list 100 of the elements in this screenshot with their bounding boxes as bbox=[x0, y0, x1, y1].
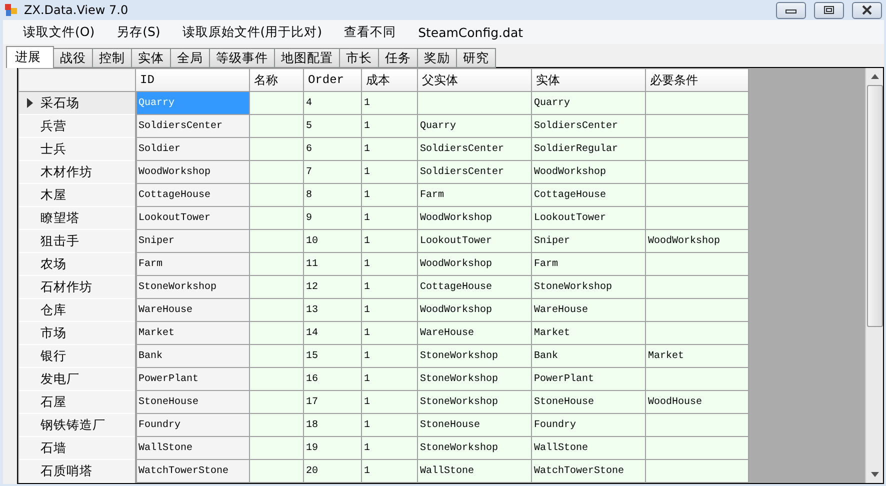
table-cell: StoneWorkshop bbox=[136, 276, 250, 298]
tab[interactable]: 战役 bbox=[53, 48, 93, 68]
row-header[interactable]: 石材作坊 bbox=[18, 276, 136, 298]
row-header[interactable]: 钢铁铸造厂 bbox=[18, 414, 136, 436]
menu-item[interactable]: 读取文件(O) bbox=[15, 24, 103, 40]
current-row-icon bbox=[26, 98, 32, 108]
row-header[interactable]: 木屋 bbox=[18, 184, 136, 206]
tab[interactable]: 任务 bbox=[378, 48, 418, 68]
row-header[interactable]: 石墙 bbox=[18, 436, 136, 460]
menu-item[interactable]: 另存(S) bbox=[108, 24, 168, 40]
table-cell: SoldiersCenter bbox=[418, 138, 532, 160]
table-cell: 17 bbox=[304, 390, 362, 414]
table-cell: 1 bbox=[362, 138, 418, 160]
tab[interactable]: 奖励 bbox=[417, 48, 457, 68]
column-header[interactable]: ID bbox=[136, 68, 250, 92]
tab[interactable]: 进展 bbox=[6, 46, 54, 68]
row-header[interactable]: 农场 bbox=[18, 252, 136, 276]
column-header[interactable]: 名称 bbox=[250, 68, 304, 92]
table-cell: 9 bbox=[304, 206, 362, 230]
menu-item[interactable]: SteamConfig.dat bbox=[410, 24, 532, 40]
tab[interactable]: 地图配置 bbox=[274, 48, 340, 68]
table-cell: WoodWorkshop bbox=[532, 160, 646, 184]
table-cell bbox=[250, 230, 304, 252]
column-header[interactable]: 成本 bbox=[362, 68, 418, 92]
table-cell: WallStone bbox=[418, 460, 532, 482]
table-cell: PowerPlant bbox=[532, 368, 646, 390]
row-header[interactable]: 市场 bbox=[18, 322, 136, 344]
table-cell: 16 bbox=[304, 368, 362, 390]
table-cell: 1 bbox=[362, 184, 418, 206]
row-header[interactable]: 仓库 bbox=[18, 298, 136, 322]
table-cell: 1 bbox=[362, 322, 418, 344]
scroll-down-icon[interactable] bbox=[870, 472, 878, 477]
window-title: ZX.Data.View 7.0 bbox=[24, 3, 130, 17]
table-cell: Bank bbox=[532, 344, 646, 368]
table-cell: Market bbox=[646, 344, 748, 368]
table-cell: WoodWorkshop bbox=[418, 298, 532, 322]
row-header[interactable]: 瞭望塔 bbox=[18, 206, 136, 230]
tab[interactable]: 市长 bbox=[339, 48, 379, 68]
table-cell: 1 bbox=[362, 230, 418, 252]
table-cell: StoneHouse bbox=[532, 390, 646, 414]
menu-item[interactable]: 读取原始文件(用于比对) bbox=[174, 24, 330, 40]
scrollbar-thumb[interactable] bbox=[866, 85, 882, 327]
table-cell: 1 bbox=[362, 160, 418, 184]
table-cell: WatchTowerStone bbox=[532, 460, 646, 482]
table-cell: 13 bbox=[304, 298, 362, 322]
table-cell: 1 bbox=[362, 368, 418, 390]
tab[interactable]: 实体 bbox=[131, 48, 171, 68]
table-cell bbox=[250, 184, 304, 206]
table-cell bbox=[250, 322, 304, 344]
table-cell: CottageHouse bbox=[532, 184, 646, 206]
table-cell: 20 bbox=[304, 460, 362, 482]
table-cell: 1 bbox=[362, 252, 418, 276]
minimize-button[interactable] bbox=[776, 2, 806, 18]
table-cell: Market bbox=[532, 322, 646, 344]
table-cell: WatchTowerStone bbox=[136, 460, 250, 482]
tab[interactable]: 等级事件 bbox=[209, 48, 275, 68]
table-cell: PowerPlant bbox=[136, 368, 250, 390]
table-cell: WallStone bbox=[532, 436, 646, 460]
table-cell: WareHouse bbox=[136, 298, 250, 322]
table-cell: Quarry bbox=[136, 92, 250, 114]
row-header[interactable]: 木材作坊 bbox=[18, 160, 136, 184]
table-cell: 19 bbox=[304, 436, 362, 460]
close-button[interactable] bbox=[852, 2, 882, 18]
table-cell: 8 bbox=[304, 184, 362, 206]
row-header[interactable]: 银行 bbox=[18, 344, 136, 368]
maximize-button[interactable] bbox=[814, 2, 844, 18]
table-cell: SoldiersCenter bbox=[418, 160, 532, 184]
table-cell bbox=[250, 276, 304, 298]
scroll-up-icon[interactable] bbox=[870, 74, 878, 79]
menu-item[interactable]: 查看不同 bbox=[336, 24, 404, 40]
tab[interactable]: 全局 bbox=[170, 48, 210, 68]
column-header[interactable]: Order bbox=[304, 68, 362, 92]
table-cell: WoodWorkshop bbox=[418, 252, 532, 276]
row-header[interactable]: 发电厂 bbox=[18, 368, 136, 390]
table-cell: SoldierRegular bbox=[532, 138, 646, 160]
table-cell: WoodWorkshop bbox=[646, 230, 748, 252]
table-cell: 12 bbox=[304, 276, 362, 298]
table-cell: 1 bbox=[362, 460, 418, 482]
table-cell: Sniper bbox=[532, 230, 646, 252]
table-cell bbox=[250, 414, 304, 436]
table-cell: 1 bbox=[362, 390, 418, 414]
table-cell: StoneWorkshop bbox=[418, 436, 532, 460]
table-cell: Farm bbox=[532, 252, 646, 276]
table-cell: WoodHouse bbox=[646, 390, 748, 414]
tab[interactable]: 控制 bbox=[92, 48, 132, 68]
row-header[interactable]: 石质哨塔 bbox=[18, 460, 136, 482]
row-header[interactable]: 兵营 bbox=[18, 114, 136, 138]
row-header[interactable]: 狙击手 bbox=[18, 230, 136, 252]
column-header[interactable]: 必要条件 bbox=[646, 68, 748, 92]
table-cell: 7 bbox=[304, 160, 362, 184]
close-icon bbox=[861, 5, 873, 15]
row-header[interactable]: 采石场 bbox=[18, 92, 136, 114]
column-header[interactable]: 父实体 bbox=[418, 68, 532, 92]
row-header[interactable]: 士兵 bbox=[18, 138, 136, 160]
tab[interactable]: 研究 bbox=[456, 48, 496, 68]
row-header[interactable]: 石屋 bbox=[18, 390, 136, 414]
column-header[interactable]: 实体 bbox=[532, 68, 646, 92]
table-cell: Quarry bbox=[532, 92, 646, 114]
table-cell: Bank bbox=[136, 344, 250, 368]
table-cell: Quarry bbox=[418, 114, 532, 138]
